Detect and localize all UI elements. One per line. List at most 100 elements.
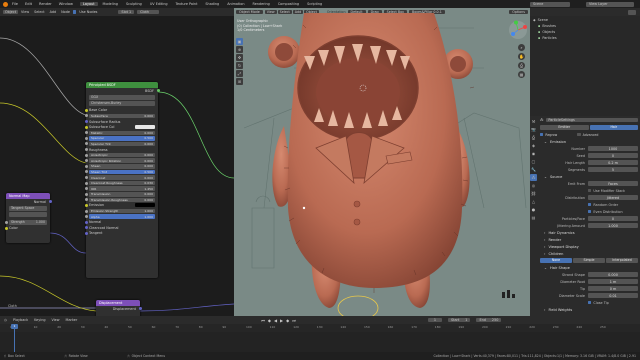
displacement-output-socket[interactable] — [138, 307, 142, 311]
particle-settings-selector[interactable]: ParticleSettings — [546, 118, 638, 122]
hair-tab[interactable]: Hair — [589, 125, 638, 130]
end-frame-field[interactable]: End 250 — [476, 318, 502, 322]
emit-from-dropdown[interactable]: Faces — [588, 181, 638, 186]
workspace-tab-animation[interactable]: Animation — [224, 2, 247, 6]
color-swatch[interactable] — [135, 125, 155, 130]
input-socket[interactable] — [84, 220, 88, 224]
perspective-toggle-icon[interactable]: ▦ — [518, 71, 525, 78]
input-socket[interactable] — [84, 164, 88, 168]
distribution-dropdown[interactable]: Jittered — [588, 195, 638, 200]
space-dropdown[interactable]: Tangent Space — [9, 205, 47, 211]
playhead-marker[interactable]: 1 — [11, 324, 18, 329]
input-socket[interactable] — [84, 176, 88, 180]
color-swatch[interactable] — [135, 203, 155, 208]
emitter-tab[interactable]: Emitter — [540, 125, 589, 130]
emission-value-field[interactable]: 0 — [588, 153, 638, 158]
world-tab-icon[interactable]: ◉ — [530, 150, 537, 157]
jump-start-icon[interactable]: ⏮ — [261, 318, 265, 323]
scene-selector[interactable]: Scene — [530, 1, 570, 7]
play-icon[interactable]: ▶ — [280, 318, 283, 323]
timeline-scrub-area[interactable] — [0, 332, 640, 352]
input-socket[interactable] — [84, 131, 88, 135]
menu-render[interactable]: Render — [39, 2, 52, 6]
hair-shape-value-field[interactable]: 1 m — [588, 279, 638, 284]
workspace-tab-scripting[interactable]: Scripting — [304, 2, 325, 6]
workspace-tab-sculpting[interactable]: Sculpting — [123, 2, 145, 6]
bsdf-value-field[interactable]: Clearcoat 0.000 — [89, 175, 155, 180]
panel-header-hair-dynamics[interactable]: › Hair Dynamics — [540, 229, 638, 236]
hair-shape-value-field[interactable]: 0.01 — [588, 293, 638, 298]
children-simple-tab[interactable]: Simple — [573, 258, 605, 263]
normal-output-socket[interactable] — [48, 200, 52, 204]
children-interpolated-tab[interactable]: Interpolated — [606, 258, 638, 263]
input-socket[interactable] — [84, 209, 88, 213]
panel-header-viewport-display[interactable]: › Viewport Display — [540, 243, 638, 250]
camera-view-icon[interactable]: ⎙ — [518, 62, 525, 69]
workspace-tab-layout[interactable]: Layout — [80, 2, 98, 6]
input-socket[interactable] — [84, 159, 88, 163]
even-distribution-checkbox[interactable] — [588, 209, 592, 214]
strength-field[interactable]: Strength 1.000 — [4, 219, 47, 225]
hair-shape-panel-header[interactable]: ⌄ Hair Shape — [540, 264, 638, 271]
uv-map-field[interactable] — [9, 211, 47, 217]
timeline[interactable]: ◷ Playback Keying View Marker ⏮ ◆ ◀ ▶ ◆ ⏭ 1… — [0, 316, 640, 352]
view-layer-selector[interactable]: View Layer — [586, 1, 634, 7]
timeline-editor-icon[interactable]: ◷ — [4, 318, 7, 322]
start-frame-field[interactable]: Start 1 — [447, 318, 471, 322]
timeline-menu-keying[interactable]: Keying — [34, 318, 45, 322]
panel-header-render[interactable]: › Render — [540, 236, 638, 243]
workspace-tab-uv-editing[interactable]: UV Editing — [147, 2, 171, 6]
timeline-menu-view[interactable]: View — [52, 318, 60, 322]
bsdf-value-field[interactable]: Transmission Roughness 0.000 — [89, 197, 155, 203]
emission-value-field[interactable]: 1000 — [588, 146, 638, 151]
bsdf-value-field[interactable]: Emission Strength 1.000 — [89, 208, 155, 214]
input-socket[interactable] — [84, 203, 88, 207]
outliner-filter-icon[interactable] — [628, 9, 636, 15]
input-socket[interactable] — [84, 231, 88, 235]
normal-map-node[interactable]: Normal Map Normal Tangent Space Strength… — [4, 193, 52, 243]
bsdf-value-field[interactable]: Sheen 0.000 — [89, 164, 155, 169]
regrow-checkbox[interactable] — [540, 132, 544, 137]
data-tab-icon[interactable]: △ — [530, 198, 537, 205]
subsurface-method-dropdown[interactable]: Christensen-Burley — [89, 100, 155, 106]
render-tab-icon[interactable]: 📷 — [530, 126, 537, 133]
physics-tab-icon[interactable]: ◎ — [530, 182, 537, 189]
hair-shape-value-field[interactable]: 0.000 — [588, 272, 638, 277]
panel-header-children[interactable]: › Children — [540, 250, 638, 257]
hair-shape-value-field[interactable]: 0 m — [588, 286, 638, 291]
bsdf-value-field[interactable]: Sheen Tint 0.500 — [89, 169, 155, 175]
bsdf-value-field[interactable]: Metallic 0.000 — [89, 130, 155, 136]
timeline-ruler[interactable]: 0102030405060708090100110120130140150160… — [10, 325, 606, 331]
next-keyframe-icon[interactable]: ◆ — [286, 318, 289, 323]
zoom-icon[interactable]: ⌕ — [518, 44, 525, 51]
particles-tab-icon[interactable]: ⁂ — [530, 174, 537, 181]
bsdf-value-field[interactable]: Anisotropic 0.000 — [89, 152, 155, 158]
bsdf-value-field[interactable]: Subsurface 0.000 — [89, 113, 155, 119]
bsdf-output-socket[interactable] — [156, 89, 160, 93]
input-socket[interactable] — [84, 148, 88, 152]
bsdf-value-field[interactable]: IOR 1.450 — [89, 186, 155, 191]
bsdf-value-field[interactable]: Specular Tint 0.000 — [89, 141, 155, 147]
jittering-field[interactable]: 1.000 — [588, 223, 638, 228]
emission-panel-header[interactable]: ⌄ Emission — [540, 138, 638, 145]
displacement-node[interactable]: Displacement Displacement — [96, 300, 142, 316]
timeline-menu-marker[interactable]: Marker — [66, 318, 78, 322]
menu-file[interactable]: File — [12, 2, 18, 6]
outliner[interactable]: ◈ Scene ▪ Brushes ▪ Objects ▪ Particles — [530, 8, 640, 116]
bsdf-value-field[interactable]: Transmission 0.000 — [89, 192, 155, 197]
advanced-checkbox[interactable] — [577, 132, 581, 137]
distribution-dropdown[interactable]: GGX — [89, 94, 155, 100]
outliner-item[interactable]: ▪ Particles — [530, 35, 640, 41]
workspace-tab-texture-paint[interactable]: Texture Paint — [173, 2, 201, 6]
prev-keyframe-icon[interactable]: ◆ — [268, 318, 271, 323]
source-panel-header[interactable]: ⌄ Source — [540, 173, 638, 180]
input-socket[interactable] — [84, 187, 88, 191]
navigation-gizmo[interactable] — [508, 20, 528, 40]
pan-icon[interactable]: ✋ — [518, 53, 525, 60]
input-socket[interactable] — [84, 108, 88, 112]
blender-logo-icon[interactable] — [3, 1, 8, 7]
input-socket[interactable] — [84, 215, 88, 219]
material-tab-icon[interactable]: ● — [530, 206, 537, 213]
3d-viewport[interactable]: Object Mode View Select Add Object Orientat… — [234, 8, 530, 316]
menu-edit[interactable]: Edit — [25, 2, 32, 6]
